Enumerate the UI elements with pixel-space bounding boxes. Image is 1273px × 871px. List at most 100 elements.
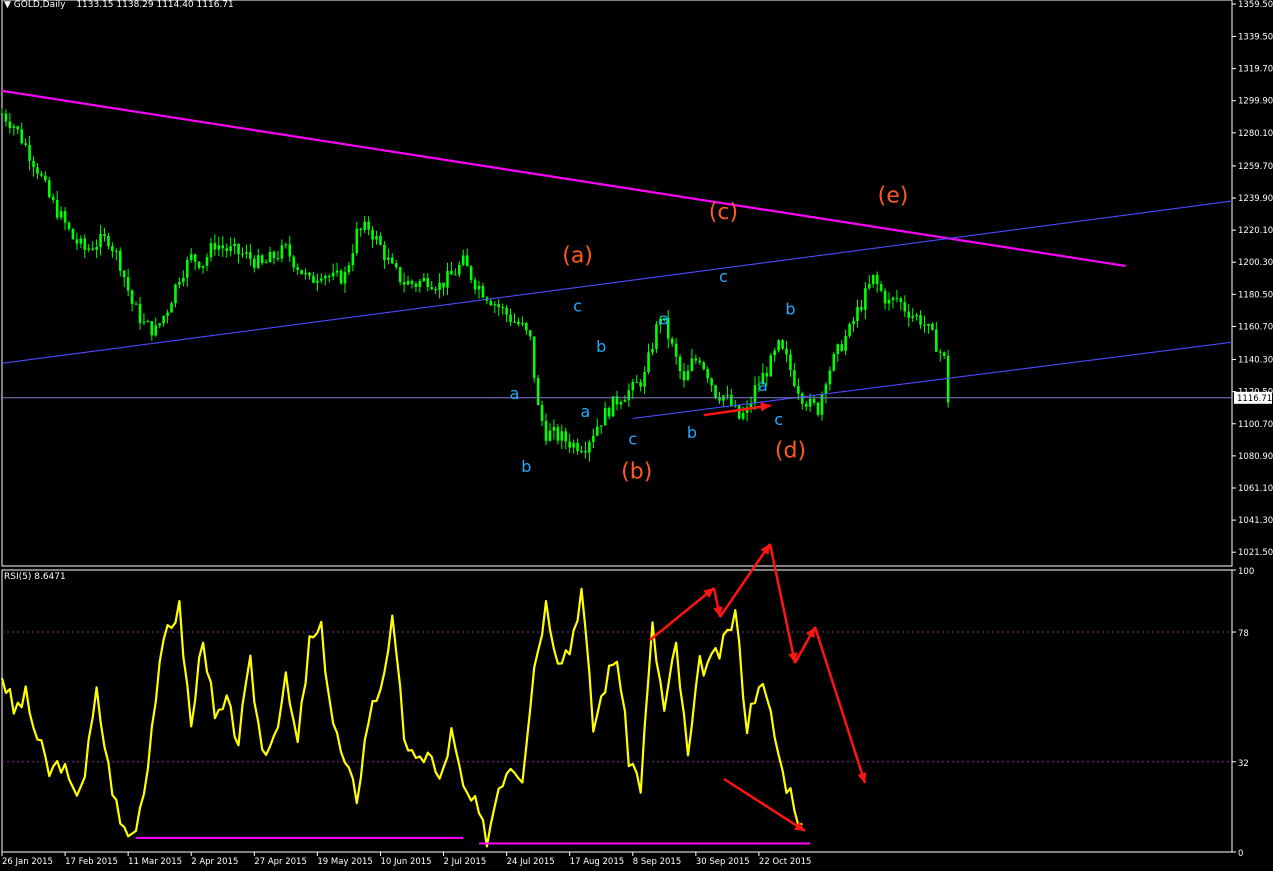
date-axis-label: 2 Apr 2015 bbox=[191, 857, 238, 867]
candle-body bbox=[79, 238, 83, 244]
price-axis-label: 1100.70 bbox=[1238, 420, 1273, 430]
candle-body bbox=[572, 442, 575, 448]
candle-body bbox=[797, 386, 800, 394]
candle-body bbox=[840, 344, 844, 351]
candle-body bbox=[670, 338, 674, 344]
candle-body bbox=[517, 321, 520, 325]
candle-body bbox=[607, 408, 611, 417]
wave-label-minor: b bbox=[596, 337, 606, 356]
candle-body bbox=[40, 173, 43, 176]
candle-body bbox=[793, 370, 796, 387]
candle-body bbox=[895, 297, 899, 299]
candle-body bbox=[20, 129, 24, 144]
candle-body bbox=[789, 354, 792, 371]
candle-body bbox=[548, 430, 552, 441]
candle-body bbox=[883, 290, 887, 304]
candle-body bbox=[737, 405, 741, 419]
chart-header: ▼ GOLD,Daily 1133.15 1138.29 1114.40 111… bbox=[4, 0, 234, 10]
price-axis-label: 1319.70 bbox=[1238, 65, 1273, 75]
candle-body bbox=[304, 272, 307, 275]
channel-upper-line bbox=[1, 200, 1233, 364]
candle-body bbox=[860, 307, 863, 310]
candle-body bbox=[300, 270, 303, 275]
candle-body bbox=[327, 276, 331, 278]
candle-body bbox=[229, 246, 232, 252]
candle-body bbox=[489, 300, 493, 306]
candle-body bbox=[887, 299, 891, 304]
candle-body bbox=[359, 228, 363, 230]
candle-body bbox=[422, 277, 426, 282]
candle-body bbox=[903, 302, 907, 312]
wave-label-major: (a) bbox=[562, 244, 593, 269]
candle-body bbox=[213, 243, 217, 250]
candle-body bbox=[67, 222, 71, 229]
price-axis-label: 1041.30 bbox=[1238, 516, 1273, 526]
candle-body bbox=[812, 398, 816, 403]
candle-body bbox=[477, 285, 481, 290]
candle-body bbox=[820, 394, 824, 415]
candles bbox=[0, 108, 950, 462]
candle-body bbox=[323, 276, 327, 279]
date-axis-label: 17 Feb 2015 bbox=[65, 857, 118, 867]
wave-label-minor: c bbox=[719, 267, 728, 286]
wave-label-minor: a bbox=[758, 376, 768, 395]
candle-body bbox=[832, 353, 836, 371]
candle-body bbox=[690, 358, 694, 371]
candle-body bbox=[595, 426, 599, 436]
dropdown-arrow-icon[interactable]: ▼ bbox=[4, 0, 11, 10]
candle-body bbox=[536, 378, 540, 406]
candle-body bbox=[497, 304, 501, 308]
date-axis-label: 10 Jun 2015 bbox=[380, 857, 431, 867]
candle-body bbox=[426, 277, 430, 288]
candle-body bbox=[465, 255, 469, 267]
candle-body bbox=[146, 321, 150, 323]
price-panel-frame bbox=[1, 0, 1233, 567]
candle-body bbox=[182, 277, 185, 283]
candle-body bbox=[852, 320, 855, 325]
candle-body bbox=[371, 229, 374, 240]
candle-body bbox=[288, 244, 292, 257]
candle-body bbox=[331, 272, 335, 277]
candle-body bbox=[781, 340, 784, 349]
candle-body bbox=[935, 329, 938, 352]
price-axis-label: 1220.10 bbox=[1238, 226, 1273, 236]
candle-body bbox=[627, 390, 631, 401]
price-axis-label: 1160.70 bbox=[1238, 322, 1273, 332]
price-axis-label: 1061.10 bbox=[1238, 484, 1273, 494]
candle-body bbox=[256, 255, 260, 268]
price-axis-label: 1080.90 bbox=[1238, 452, 1273, 462]
candle-body bbox=[623, 400, 627, 402]
rsi-panel bbox=[0, 543, 1233, 853]
ohlc-values: 1133.15 1138.29 1114.40 1116.71 bbox=[76, 0, 234, 10]
candle-body bbox=[142, 321, 146, 323]
candle-body bbox=[32, 160, 35, 168]
candle-body bbox=[296, 267, 299, 271]
candle-body bbox=[923, 324, 926, 326]
candle-body bbox=[394, 263, 398, 268]
candle-body bbox=[560, 431, 564, 441]
candle-body bbox=[682, 371, 686, 381]
candle-body bbox=[138, 303, 142, 323]
candle-body bbox=[272, 252, 276, 259]
wave-label-minor: b bbox=[785, 300, 795, 319]
candle-body bbox=[268, 252, 272, 263]
candle-body bbox=[540, 405, 544, 421]
candle-body bbox=[552, 427, 556, 431]
candle-body bbox=[911, 316, 914, 318]
candle-body bbox=[174, 284, 177, 304]
candle-body bbox=[158, 323, 161, 326]
arrow-shaft bbox=[768, 543, 797, 664]
price-axis-label: 1140.30 bbox=[1238, 356, 1273, 366]
candle-body bbox=[390, 257, 394, 264]
candle-body bbox=[355, 228, 359, 254]
candle-body bbox=[879, 284, 883, 291]
candle-body bbox=[702, 362, 706, 370]
candle-body bbox=[592, 435, 595, 442]
candle-body bbox=[481, 285, 485, 298]
wave-label-minor: a bbox=[659, 309, 669, 328]
candle-body bbox=[134, 303, 138, 305]
date-axis-label: 11 Mar 2015 bbox=[128, 857, 182, 867]
candle-body bbox=[714, 385, 717, 398]
candle-body bbox=[308, 272, 311, 276]
price-axis-label: 1259.70 bbox=[1238, 162, 1273, 172]
